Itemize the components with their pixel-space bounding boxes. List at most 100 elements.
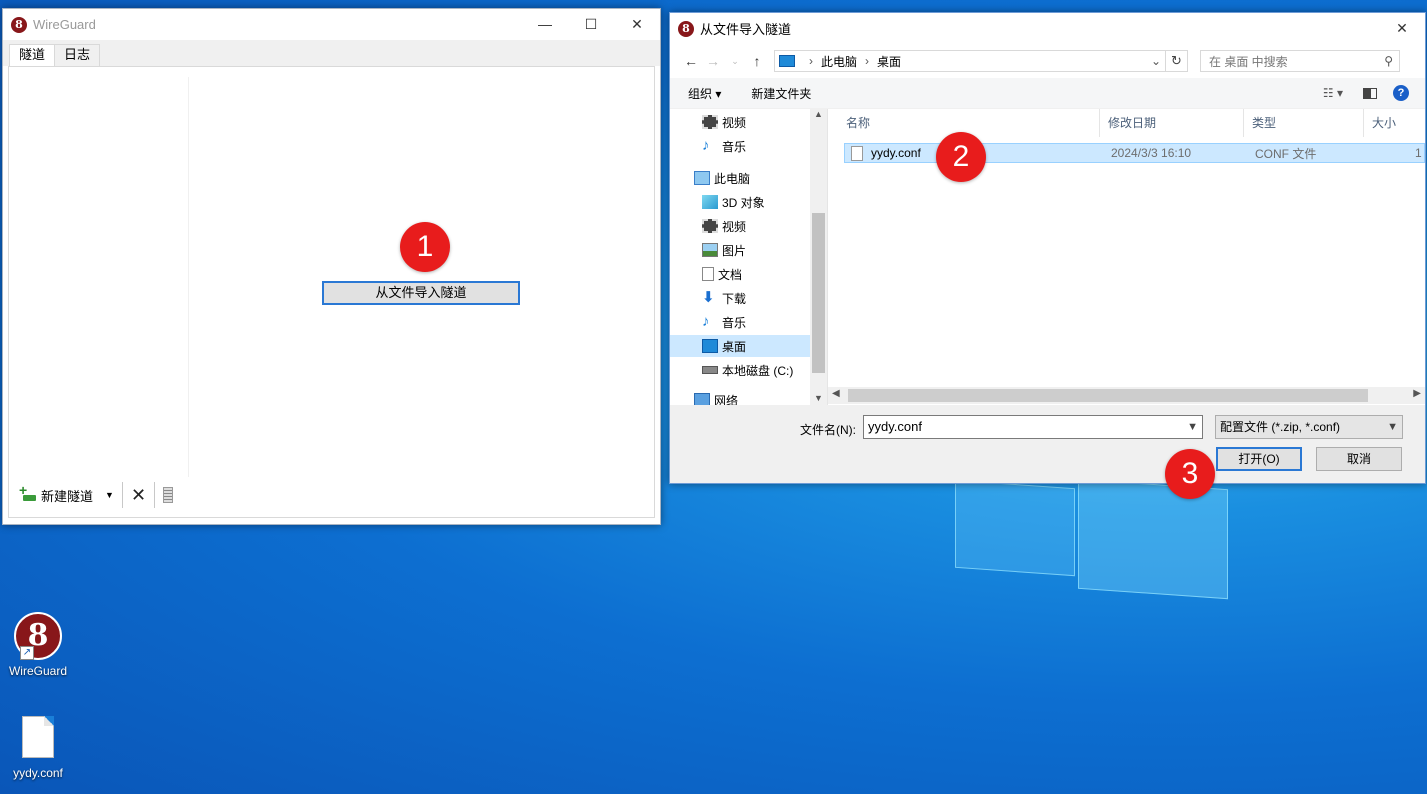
nav-item-label: 桌面 bbox=[722, 339, 747, 354]
delete-tunnel-icon[interactable]: ✕ bbox=[131, 485, 146, 506]
column-date[interactable]: 修改日期 bbox=[1100, 109, 1244, 137]
video-icon bbox=[702, 219, 718, 233]
export-zip-icon[interactable] bbox=[163, 487, 174, 503]
column-size[interactable]: 大小 bbox=[1364, 109, 1424, 137]
nav-item-label: 音乐 bbox=[722, 139, 747, 154]
wallpaper-beam-left bbox=[955, 479, 1075, 577]
chevron-down-icon[interactable]: ▼ bbox=[105, 490, 114, 500]
scroll-left-icon[interactable]: ◀ bbox=[832, 388, 840, 399]
nav-item-local-disk[interactable]: 本地磁盘 (C:) bbox=[702, 359, 810, 381]
add-tunnel-icon bbox=[19, 482, 37, 503]
breadcrumb-separator: › bbox=[809, 54, 813, 68]
desktop-icon bbox=[702, 339, 718, 353]
step-badge-3: 3 bbox=[1165, 449, 1215, 499]
file-row[interactable]: yydy.conf 2024/3/3 16:10 CONF 文件 1 bbox=[844, 143, 1425, 163]
nav-item-music[interactable]: ♪ 音乐 bbox=[702, 135, 810, 157]
recent-chevron-icon[interactable]: ⌄ bbox=[724, 56, 746, 67]
nav-item-label: 文档 bbox=[718, 267, 743, 282]
wallpaper-beam-right bbox=[1078, 478, 1228, 600]
back-arrow-icon[interactable]: ← bbox=[680, 53, 702, 69]
chevron-down-icon[interactable]: ⌄ bbox=[1147, 54, 1165, 68]
forward-arrow-icon[interactable]: → bbox=[702, 53, 724, 69]
breadcrumb-desktop[interactable]: 桌面 bbox=[877, 53, 901, 70]
computer-icon bbox=[779, 55, 795, 67]
wireguard-app-icon: 8 bbox=[678, 20, 694, 37]
close-button[interactable]: ✕ bbox=[1379, 13, 1425, 44]
document-icon bbox=[702, 267, 714, 281]
organize-button[interactable]: 组织 ▾ bbox=[688, 85, 721, 102]
tab-tunnels[interactable]: 隧道 bbox=[9, 44, 56, 67]
desktop-icon-yydy-conf[interactable]: yydy.conf bbox=[0, 716, 76, 780]
nav-item-documents[interactable]: 文档 bbox=[702, 263, 810, 285]
computer-icon bbox=[694, 171, 710, 185]
preview-pane-icon[interactable] bbox=[1363, 87, 1377, 99]
refresh-icon[interactable]: ↻ bbox=[1166, 50, 1188, 72]
search-icon: ⚲ bbox=[1384, 54, 1393, 68]
help-icon[interactable]: ? bbox=[1393, 85, 1409, 101]
filename-label: 文件名(N): bbox=[800, 423, 856, 437]
column-header-row: 名称 修改日期 类型 大小 bbox=[828, 109, 1425, 137]
import-tunnel-button[interactable]: 从文件导入隧道 bbox=[322, 281, 520, 305]
dialog-footer: 文件名(N): yydy.conf ▼ 配置文件 (*.zip, *.conf)… bbox=[670, 405, 1425, 483]
nav-item-music-2[interactable]: ♪ 音乐 bbox=[702, 311, 810, 333]
file-icon bbox=[851, 145, 863, 161]
video-icon bbox=[702, 115, 718, 129]
step-badge-2: 2 bbox=[936, 132, 986, 182]
nav-item-network[interactable]: 网络 bbox=[694, 389, 802, 405]
nav-item-label: 本地磁盘 (C:) bbox=[722, 363, 794, 378]
wireguard-logo-icon: 8 ↗ bbox=[14, 612, 62, 660]
address-bar[interactable]: › 此电脑 › 桌面 ⌄ bbox=[774, 50, 1166, 72]
filename-input[interactable]: yydy.conf ▼ bbox=[863, 415, 1203, 439]
tunnels-panel: 从文件导入隧道 新建隧道 ▼ ✕ bbox=[8, 66, 655, 518]
tunnel-list[interactable] bbox=[9, 77, 189, 477]
download-icon: ⬇ bbox=[702, 289, 715, 306]
tab-log[interactable]: 日志 bbox=[54, 44, 101, 66]
nav-item-videos[interactable]: 视频 bbox=[702, 111, 810, 133]
title-bar: 8 WireGuard — ☐ ✕ bbox=[3, 9, 660, 40]
open-button[interactable]: 打开(O) bbox=[1216, 447, 1302, 471]
scroll-thumb[interactable] bbox=[848, 389, 1368, 402]
nav-item-videos-2[interactable]: 视频 bbox=[702, 215, 810, 237]
close-button[interactable]: ✕ bbox=[614, 9, 660, 40]
minimize-button[interactable]: — bbox=[522, 9, 568, 40]
tunnel-toolbar: 新建隧道 ▼ ✕ bbox=[19, 481, 174, 509]
file-list-scrollbar[interactable]: ◀ ▶ bbox=[828, 387, 1425, 404]
file-type: CONF 文件 bbox=[1255, 146, 1317, 161]
tab-bar: 隧道 日志 bbox=[3, 40, 660, 67]
chevron-down-icon[interactable]: ▼ bbox=[1387, 416, 1398, 438]
maximize-button[interactable]: ☐ bbox=[568, 9, 614, 40]
cancel-button[interactable]: 取消 bbox=[1316, 447, 1402, 471]
view-options-icon[interactable]: ☷ ▾ bbox=[1323, 86, 1343, 100]
navigation-bar: ← → ⌄ ↑ › 此电脑 › 桌面 ⌄ ↻ 在 桌面 中搜索 ⚲ bbox=[670, 44, 1425, 78]
chevron-down-icon[interactable]: ▼ bbox=[1187, 416, 1198, 438]
scroll-down-icon[interactable]: ▼ bbox=[810, 393, 827, 403]
wireguard-window: 8 WireGuard — ☐ ✕ 隧道 日志 从文件导入隧道 新建隧道 ▼ ✕ bbox=[2, 8, 661, 525]
breadcrumb-this-pc[interactable]: 此电脑 bbox=[821, 53, 857, 70]
nav-item-3d-objects[interactable]: 3D 对象 bbox=[702, 191, 810, 213]
step-badge-1: 1 bbox=[400, 222, 450, 272]
scroll-right-icon[interactable]: ▶ bbox=[1413, 388, 1421, 399]
nav-item-pictures[interactable]: 图片 bbox=[702, 239, 810, 261]
nav-item-label: 视频 bbox=[722, 219, 747, 234]
column-type[interactable]: 类型 bbox=[1244, 109, 1364, 137]
scroll-up-icon[interactable]: ▲ bbox=[810, 109, 827, 119]
file-type-filter[interactable]: 配置文件 (*.zip, *.conf) ▼ bbox=[1215, 415, 1403, 439]
new-tunnel-button[interactable]: 新建隧道 bbox=[41, 486, 93, 505]
desktop-icon-label: WireGuard bbox=[8, 664, 67, 678]
search-input[interactable]: 在 桌面 中搜索 ⚲ bbox=[1200, 50, 1400, 72]
up-arrow-icon[interactable]: ↑ bbox=[746, 53, 768, 69]
navigation-pane: 视频 ♪ 音乐 此电脑 3D 对象 视频 图片 文档 ⬇ 下载 ♪ 音乐 桌面 … bbox=[670, 109, 828, 405]
nav-item-downloads[interactable]: ⬇ 下载 bbox=[702, 287, 810, 309]
scroll-thumb[interactable] bbox=[812, 213, 825, 373]
nav-item-label: 此电脑 bbox=[714, 171, 751, 186]
file-size: 1 bbox=[1415, 146, 1422, 160]
nav-item-this-pc[interactable]: 此电脑 bbox=[694, 167, 802, 189]
breadcrumb-separator: › bbox=[865, 54, 870, 68]
new-folder-button[interactable]: 新建文件夹 bbox=[751, 85, 811, 102]
nav-scrollbar[interactable]: ▲ ▼ bbox=[810, 109, 827, 405]
nav-item-desktop[interactable]: 桌面 bbox=[670, 335, 810, 357]
desktop-icon-wireguard[interactable]: 8 ↗ WireGuard bbox=[0, 612, 76, 678]
nav-item-label: 下载 bbox=[722, 291, 747, 306]
wireguard-app-icon: 8 bbox=[11, 16, 27, 33]
shortcut-arrow-icon: ↗ bbox=[20, 646, 34, 660]
